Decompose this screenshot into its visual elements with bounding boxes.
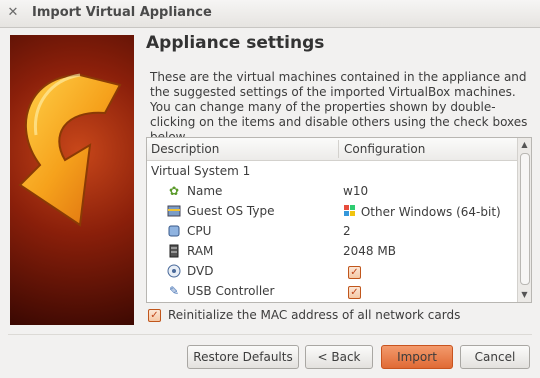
name-icon: ✿ — [168, 184, 180, 198]
button-separator — [8, 334, 532, 335]
row-value-wrap: Other Windows (64-bit) — [343, 204, 501, 219]
scroll-thumb[interactable] — [520, 153, 530, 285]
page-title: Appliance settings — [146, 33, 325, 53]
row-label: DVD — [187, 264, 214, 278]
usb-checkbox[interactable]: ✓ — [348, 286, 361, 299]
tree-header: Description Configuration — [147, 138, 517, 161]
tree-row-ram[interactable]: RAM 2048 MB — [147, 241, 517, 261]
row-value: 2048 MB — [343, 244, 396, 258]
mac-reinit-checkbox[interactable]: ✓ — [148, 309, 161, 322]
tree-row-usb[interactable]: ✎ USB Controller ✓ — [147, 281, 517, 301]
page-description: These are the virtual machines contained… — [150, 70, 528, 144]
row-label: USB Controller — [187, 284, 275, 298]
dvd-icon — [167, 264, 181, 278]
close-icon[interactable]: ✕ — [6, 6, 20, 20]
row-label: Name — [187, 184, 223, 198]
cpu-icon — [167, 224, 181, 238]
row-value: Other Windows (64-bit) — [360, 205, 501, 219]
restore-defaults-button[interactable]: Restore Defaults — [187, 345, 299, 369]
mac-reinit-label[interactable]: Reinitialize the MAC address of all netw… — [168, 308, 460, 322]
tree-scrollbar[interactable]: ▲ ▼ — [517, 138, 531, 302]
row-label: CPU — [187, 224, 212, 238]
back-button[interactable]: < Back — [305, 345, 373, 369]
appliance-tree[interactable]: Description Configuration Virtual System… — [146, 137, 532, 303]
appliance-banner-image — [10, 35, 134, 325]
tree-row-dvd[interactable]: DVD ✓ — [147, 261, 517, 281]
dvd-checkbox[interactable]: ✓ — [348, 266, 361, 279]
scroll-down-arrow-icon[interactable]: ▼ — [519, 289, 530, 301]
column-header-configuration[interactable]: Configuration — [344, 142, 425, 156]
group-label: Virtual System 1 — [151, 164, 251, 178]
scroll-up-arrow-icon[interactable]: ▲ — [519, 139, 530, 151]
import-button[interactable]: Import — [381, 345, 453, 369]
title-bar: ✕ Import Virtual Appliance — [0, 0, 540, 28]
row-value: 2 — [343, 224, 351, 238]
window-title: Import Virtual Appliance — [32, 5, 212, 20]
row-value: w10 — [343, 184, 369, 198]
tree-row-cpu[interactable]: CPU 2 — [147, 221, 517, 241]
ram-icon — [167, 244, 181, 258]
row-label: RAM — [187, 244, 214, 258]
os-type-icon — [167, 204, 181, 218]
cancel-button[interactable]: Cancel — [460, 345, 530, 369]
column-separator — [338, 140, 339, 158]
row-label: Guest OS Type — [187, 204, 275, 218]
tree-row-guest-os[interactable]: Guest OS Type Other Windows (64-bit) — [147, 201, 517, 221]
windows-logo-icon — [344, 205, 355, 216]
usb-icon: ✎ — [168, 284, 180, 298]
column-header-description[interactable]: Description — [151, 142, 219, 156]
tree-group-virtual-system[interactable]: Virtual System 1 — [147, 161, 517, 181]
import-arrow-icon — [18, 73, 122, 227]
tree-row-name[interactable]: ✿ Name w10 — [147, 181, 517, 201]
